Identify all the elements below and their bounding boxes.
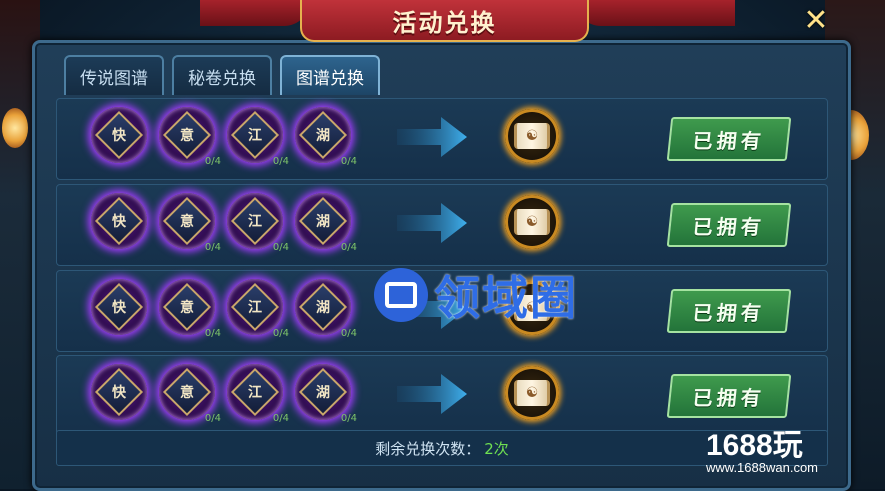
material-emblem-icon: 江 [230,110,280,160]
material-emblem-icon: 意 [162,367,212,417]
material-char: 快 [112,128,126,144]
brand-logo: 1688玩 www.1688wan.com [706,420,818,475]
material-item[interactable]: 湖 0/4 [295,279,357,339]
material-count: 0/4 [272,156,289,167]
material-item[interactable]: 江 0/4 [227,364,289,424]
material-item[interactable]: 意 0/4 [159,107,221,167]
page-title: 活动兑换 [392,7,497,37]
scroll-icon: ☯ [514,123,550,149]
owned-button[interactable]: 已拥有 [666,117,792,161]
material-count: 0/4 [340,242,357,253]
close-icon: ✕ [803,3,829,38]
material-count: 0/4 [340,156,357,167]
material-emblem-icon: 江 [230,196,280,246]
scroll-icon: ☯ [514,380,550,406]
material-item[interactable]: 快 [91,364,147,420]
brand-name: 1688玩 [706,429,803,462]
material-item[interactable]: 湖 0/4 [295,193,357,253]
material-count: 0/4 [204,242,221,253]
material-emblem-icon: 快 [94,282,144,332]
material-emblem-icon: 意 [162,196,212,246]
material-emblem-icon: 湖 [298,367,348,417]
material-char: 湖 [316,128,330,144]
material-char: 意 [180,214,194,230]
material-char: 快 [112,300,126,316]
curtain-right [575,0,735,26]
owned-button[interactable]: 已拥有 [666,374,792,418]
material-emblem-icon: 江 [230,367,280,417]
material-item[interactable]: 快 [91,193,147,249]
owned-button[interactable]: 已拥有 [666,289,792,333]
reward-item[interactable]: ☯ [505,195,559,249]
material-count: 0/4 [204,413,221,424]
material-char: 湖 [316,385,330,401]
material-item[interactable]: 意 0/4 [159,279,221,339]
lantern-icon [2,108,28,148]
material-emblem-icon: 湖 [298,282,348,332]
material-char: 快 [112,385,126,401]
material-count: 0/4 [340,413,357,424]
material-item[interactable]: 江 0/4 [227,279,289,339]
material-char: 江 [248,128,262,144]
scroll-icon: ☯ [514,209,550,235]
arrow-right-icon [397,117,467,157]
material-count: 0/4 [340,328,357,339]
curtain-left [200,0,310,26]
arrow-right-icon [397,203,467,243]
material-char: 意 [180,128,194,144]
material-char: 意 [180,300,194,316]
material-emblem-icon: 江 [230,282,280,332]
material-emblem-icon: 快 [94,196,144,246]
material-char: 湖 [316,300,330,316]
material-count: 0/4 [272,242,289,253]
material-char: 江 [248,385,262,401]
reward-item[interactable]: ☯ [505,109,559,163]
tab-atlas-exchange[interactable]: 图谱兑换 [280,55,380,95]
close-button[interactable]: ✕ [798,6,834,36]
material-item[interactable]: 意 0/4 [159,364,221,424]
material-emblem-icon: 意 [162,110,212,160]
material-emblem-icon: 湖 [298,110,348,160]
owned-button[interactable]: 已拥有 [666,203,792,247]
material-count: 0/4 [272,413,289,424]
material-emblem-icon: 快 [94,367,144,417]
tab-bar: 传说图谱 秘卷兑换 图谱兑换 [64,55,380,95]
brand-url: www.1688wan.com [706,460,818,475]
material-emblem-icon: 快 [94,110,144,160]
material-count: 0/4 [204,328,221,339]
tab-legend-atlas[interactable]: 传说图谱 [64,55,164,95]
material-item[interactable]: 湖 0/4 [295,364,357,424]
title-banner: 活动兑换 [300,0,589,42]
material-item[interactable]: 湖 0/4 [295,107,357,167]
material-item[interactable]: 快 [91,107,147,163]
material-item[interactable]: 快 [91,279,147,335]
watermark-logo-icon [374,268,428,322]
exchange-row: 快 意 0/4 江 0/4 湖 0/4 ☯ 已拥有 [56,184,828,266]
material-emblem-icon: 湖 [298,196,348,246]
watermark-text: 领域圈 [434,271,578,325]
material-count: 0/4 [204,156,221,167]
material-item[interactable]: 意 0/4 [159,193,221,253]
reward-item[interactable]: ☯ [505,366,559,420]
material-count: 0/4 [272,328,289,339]
material-item[interactable]: 江 0/4 [227,107,289,167]
exchange-row: 快 意 0/4 江 0/4 湖 0/4 ☯ 已拥有 [56,98,828,180]
remaining-count-value: 2次 [484,440,509,458]
arrow-right-icon [397,374,467,414]
material-item[interactable]: 江 0/4 [227,193,289,253]
material-char: 湖 [316,214,330,230]
tab-secret-scroll[interactable]: 秘卷兑换 [172,55,272,95]
material-emblem-icon: 意 [162,282,212,332]
material-char: 江 [248,300,262,316]
material-char: 意 [180,385,194,401]
material-char: 快 [112,214,126,230]
material-char: 江 [248,214,262,230]
watermark: 领域圈 [374,262,578,328]
